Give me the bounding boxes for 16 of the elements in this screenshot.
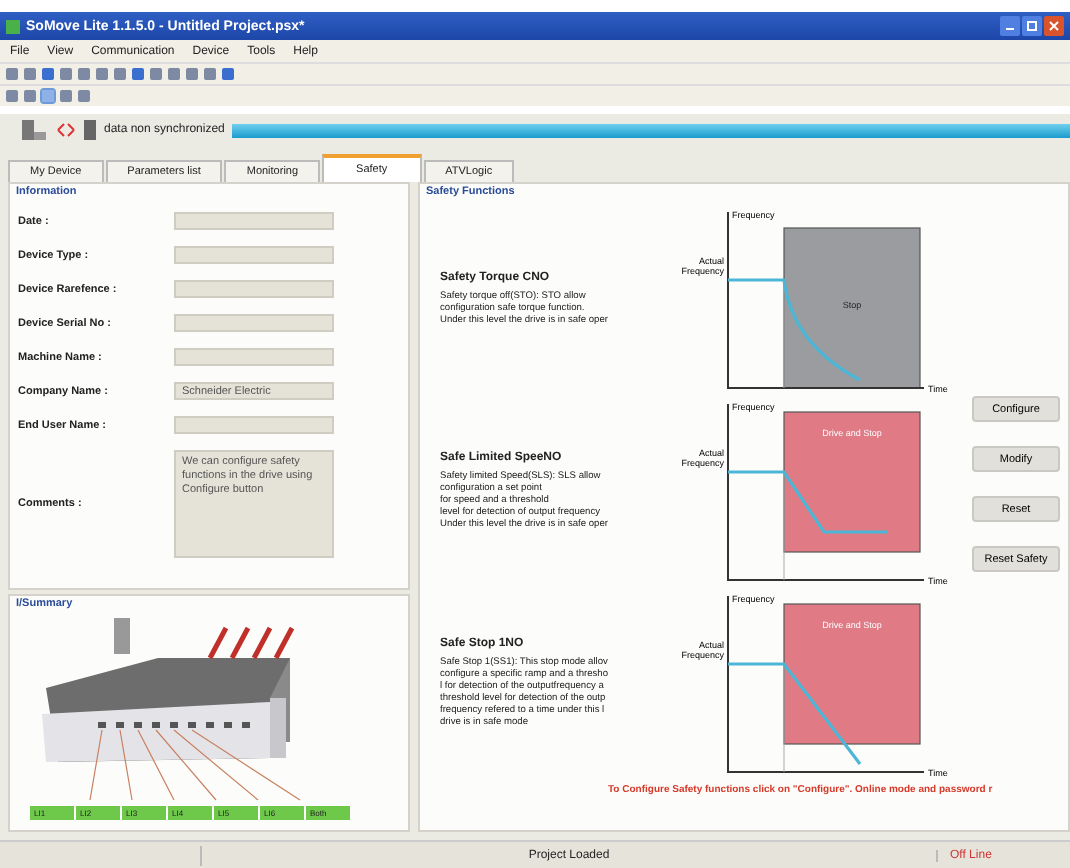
input-field[interactable]: [174, 314, 334, 332]
close-button[interactable]: [1044, 16, 1064, 36]
input-field[interactable]: [174, 212, 334, 230]
device-icon: [20, 118, 48, 142]
minimize-button[interactable]: [1000, 16, 1020, 36]
leader-line: [89, 729, 103, 801]
input-field[interactable]: [174, 280, 334, 298]
app-icon: [6, 19, 20, 33]
input-field[interactable]: [174, 246, 334, 264]
leader-line: [119, 729, 133, 801]
restore-button[interactable]: [1022, 16, 1042, 36]
input-field[interactable]: [174, 416, 334, 434]
restore-icon: [1026, 20, 1038, 32]
connection-icon: [56, 122, 76, 138]
input-field[interactable]: [174, 348, 334, 366]
close-icon: [1048, 20, 1060, 32]
